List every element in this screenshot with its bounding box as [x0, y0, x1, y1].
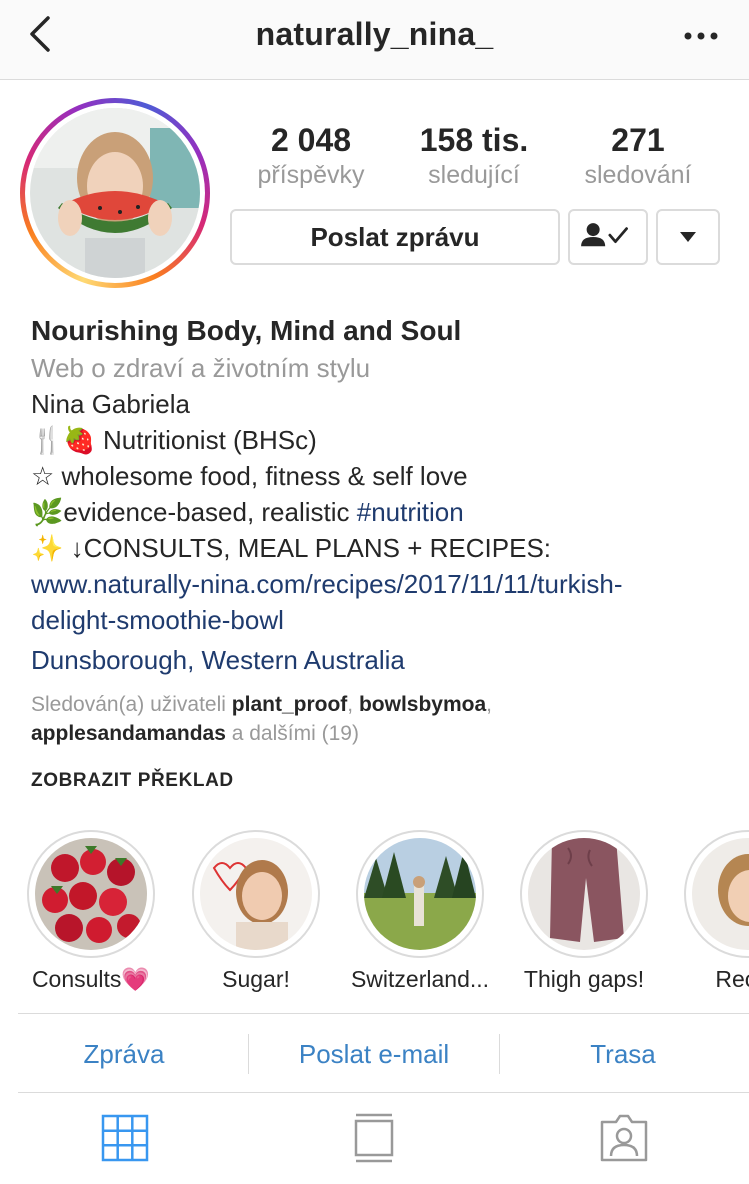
send-message-button[interactable]: Poslat zprávu: [230, 209, 560, 265]
grid-icon[interactable]: [99, 1112, 151, 1164]
stat-following[interactable]: 271 sledování: [576, 122, 700, 192]
highlight-thigh-gaps[interactable]: Thigh gaps!: [504, 830, 664, 993]
herb-emoji: 🌿: [31, 497, 64, 527]
show-translation-button[interactable]: ZOBRAZIT PŘEKLAD: [31, 770, 731, 792]
stat-posts: 2 048 příspěvky: [250, 122, 372, 192]
tagged-person-icon[interactable]: [598, 1112, 650, 1164]
bio-line-wholesome: ☆ wholesome food, fitness & self love: [31, 461, 468, 491]
feed-icon[interactable]: [348, 1112, 400, 1164]
fork-strawberry-emoji: 🍴🍓: [31, 425, 96, 455]
story-highlights: Consults💗 Sugar! Switzerland... Thigh ga…: [0, 830, 749, 1000]
bio-website-link[interactable]: www.naturally-nina.com/recipes/2017/11/1…: [31, 566, 731, 638]
stat-following-label: sledování: [584, 161, 692, 189]
bio-line-evidence: 🌿evidence-based, realistic #nutrition: [31, 497, 464, 527]
stat-followers-value: 158 tis.: [419, 122, 529, 158]
suggestions-dropdown-button[interactable]: [656, 209, 720, 265]
bio-link-line-2[interactable]: delight-smoothie-bowl: [31, 602, 731, 638]
followed-user-1: plant_proof: [231, 693, 348, 716]
person-check-icon: [581, 223, 628, 247]
profile-username-title: naturally_nina_: [255, 16, 494, 52]
top-nav-bar: naturally_nina_: [0, 0, 749, 80]
bio-link-line-1[interactable]: www.naturally-nina.com/recipes/2017/11/1…: [31, 566, 731, 602]
profile-bio: Nourishing Body, Mind and Soul Web o zdr…: [31, 312, 731, 792]
bio-name: Nina Gabriela: [31, 389, 190, 419]
followed-by[interactable]: Sledován(a) uživateli plant_proof, bowls…: [31, 690, 731, 748]
stat-followers-label: sledující: [428, 161, 520, 189]
hashtag-nutrition-link[interactable]: #nutrition: [357, 497, 464, 527]
highlight-switzerland[interactable]: Switzerland...: [340, 830, 500, 993]
contact-email-button[interactable]: Poslat e-mail: [249, 1014, 499, 1094]
caret-down-icon: [680, 232, 696, 242]
highlight-label: Recov: [715, 966, 749, 992]
contact-message-button[interactable]: Zpráva: [18, 1014, 230, 1094]
followed-user-2: bowlsbymoa: [358, 693, 487, 716]
contact-directions-button[interactable]: Trasa: [500, 1014, 746, 1094]
story-ring[interactable]: [20, 98, 210, 288]
highlight-recovery[interactable]: Recov: [668, 830, 749, 993]
bio-category: Web o zdraví a životním stylu: [31, 353, 371, 383]
followed-user-3: applesandamandas: [31, 722, 226, 745]
highlight-label: Thigh gaps!: [523, 966, 645, 992]
bio-title: Nourishing Body, Mind and Soul: [31, 315, 462, 346]
contact-options: Zpráva Poslat e-mail Trasa: [18, 1013, 749, 1093]
location-link[interactable]: Dunsborough, Western Australia: [31, 642, 731, 678]
highlight-sugar[interactable]: Sugar!: [176, 830, 336, 993]
sparkles-emoji: ✨: [31, 533, 64, 563]
more-dots-icon[interactable]: [677, 12, 727, 56]
highlight-consults[interactable]: Consults💗: [11, 830, 171, 993]
profile-tab-bar: [0, 1094, 749, 1184]
bio-line-nutritionist: 🍴🍓 Nutritionist (BHSc): [31, 425, 317, 455]
stat-followers[interactable]: 158 tis. sledující: [404, 122, 544, 192]
bio-line-consults: ✨ ↓CONSULTS, MEAL PLANS + RECIPES:: [31, 533, 552, 563]
highlight-label: Sugar!: [222, 966, 290, 992]
following-button[interactable]: [568, 209, 648, 265]
stat-posts-value: 2 048: [270, 122, 352, 158]
avatar[interactable]: [30, 108, 200, 278]
stat-following-value: 271: [611, 122, 665, 158]
highlight-label: Switzerland...: [350, 966, 490, 992]
stat-posts-label: příspěvky: [257, 161, 365, 189]
highlight-label: Consults💗: [31, 966, 151, 992]
